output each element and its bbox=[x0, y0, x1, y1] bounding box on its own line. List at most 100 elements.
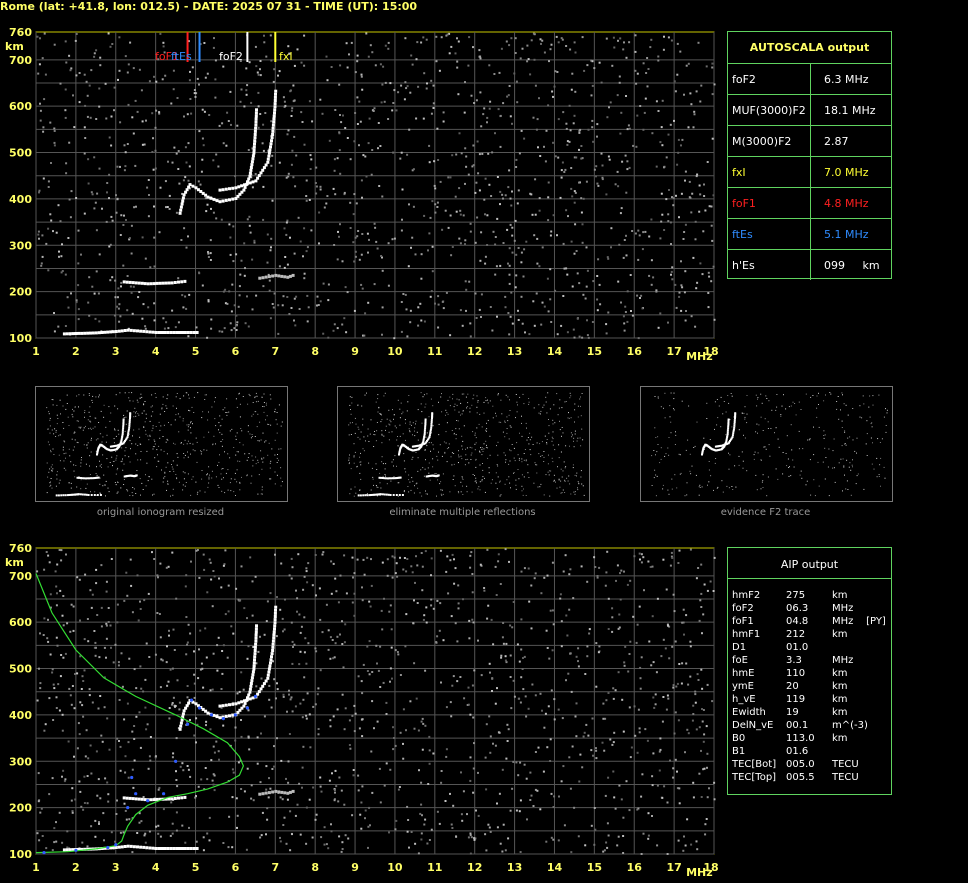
thumb-noise-dot bbox=[262, 461, 264, 463]
noise-dot bbox=[269, 317, 272, 320]
thumb-noise-dot bbox=[384, 392, 386, 394]
noise-dot bbox=[55, 231, 58, 234]
noise-dot bbox=[511, 234, 514, 237]
noise-dot bbox=[650, 664, 653, 667]
marker-label-foF2: foF2 bbox=[219, 50, 243, 63]
noise-dot bbox=[303, 272, 306, 275]
noise-dot bbox=[296, 610, 298, 613]
noise-dot bbox=[414, 253, 417, 256]
trace-es_trace bbox=[151, 330, 155, 334]
thumb-noise-dot bbox=[539, 413, 541, 415]
noise-dot bbox=[41, 835, 44, 837]
noise-dot bbox=[119, 831, 122, 834]
noise-dot bbox=[464, 243, 466, 246]
noise-dot bbox=[594, 566, 597, 568]
noise-dot bbox=[565, 614, 568, 617]
noise-dot bbox=[75, 299, 78, 302]
trace-es_trace bbox=[172, 847, 176, 850]
noise-dot bbox=[552, 95, 554, 98]
noise-dot bbox=[499, 114, 502, 117]
autoscala-value: 5.1 MHz bbox=[824, 228, 869, 241]
thumb-noise-dot bbox=[274, 408, 276, 410]
noise-dot bbox=[108, 136, 111, 139]
thumb-noise-dot bbox=[384, 468, 386, 470]
thumb-noise-dot bbox=[388, 423, 390, 425]
noise-dot bbox=[542, 770, 545, 773]
thumb-noise-dot bbox=[500, 421, 502, 423]
thumb-noise-dot bbox=[212, 443, 214, 445]
thumb-noise-dot bbox=[144, 401, 146, 402]
noise-dot bbox=[284, 256, 287, 258]
thumb-trace-e_trace bbox=[76, 476, 79, 479]
noise-dot bbox=[381, 269, 384, 272]
noise-dot bbox=[449, 176, 452, 179]
thumb-trace-f1_o_trace bbox=[424, 427, 427, 430]
noise-dot bbox=[415, 117, 418, 120]
thumb-noise-dot bbox=[474, 480, 476, 482]
noise-dot bbox=[651, 565, 654, 568]
trace-f1_o_trace bbox=[181, 196, 185, 200]
thumb-noise-dot bbox=[495, 412, 496, 414]
noise-dot bbox=[427, 249, 429, 252]
noise-dot bbox=[639, 297, 641, 299]
thumb-noise-dot bbox=[506, 432, 508, 434]
noise-dot bbox=[282, 295, 285, 298]
noise-dot bbox=[234, 739, 237, 742]
thumb-noise-dot bbox=[574, 493, 576, 495]
noise-dot bbox=[675, 685, 678, 688]
thumb-noise-dot bbox=[49, 432, 51, 434]
noise-dot bbox=[416, 564, 419, 567]
thumb-noise-dot bbox=[565, 466, 567, 468]
noise-dot bbox=[612, 697, 615, 700]
trace-f1_o_trace bbox=[212, 197, 216, 201]
thumb-noise-dot bbox=[137, 459, 139, 461]
thumb-trace-es_trace bbox=[87, 494, 90, 496]
noise-dot bbox=[395, 109, 398, 112]
noise-dot bbox=[325, 603, 328, 606]
thumb-noise-dot bbox=[465, 448, 466, 450]
thumb-noise-dot bbox=[471, 491, 473, 493]
noise-dot bbox=[611, 743, 614, 746]
thumb-noise-dot bbox=[404, 419, 406, 421]
noise-dot bbox=[544, 712, 547, 715]
noise-dot bbox=[504, 548, 507, 551]
noise-dot bbox=[299, 833, 302, 836]
thumb-noise-dot bbox=[451, 452, 453, 454]
noise-dot bbox=[573, 190, 576, 193]
thumb-noise-dot bbox=[254, 436, 256, 437]
noise-dot bbox=[254, 173, 257, 175]
thumb-noise-dot bbox=[437, 459, 439, 461]
noise-dot bbox=[314, 182, 317, 184]
thumb-noise-dot bbox=[428, 462, 430, 464]
thumb-noise-dot bbox=[379, 482, 381, 484]
noise-dot bbox=[167, 565, 170, 568]
noise-dot bbox=[614, 807, 617, 810]
noise-dot bbox=[433, 160, 436, 163]
noise-dot bbox=[157, 832, 160, 835]
noise-dot bbox=[291, 149, 294, 152]
thumb-noise-dot bbox=[206, 394, 207, 396]
trace-f2_x_trace bbox=[218, 704, 222, 708]
thumb-noise-dot bbox=[502, 431, 504, 433]
noise-dot bbox=[103, 839, 105, 842]
noise-dot bbox=[278, 70, 281, 73]
trace-weak_trace bbox=[258, 276, 262, 280]
noise-dot bbox=[541, 709, 543, 712]
noise-dot bbox=[569, 568, 572, 571]
thumb-noise-dot bbox=[255, 411, 257, 413]
noise-dot bbox=[545, 629, 548, 632]
noise-dot bbox=[144, 832, 147, 835]
trace-f1_o_trace bbox=[252, 148, 256, 152]
trace-f2_x_trace bbox=[251, 180, 255, 184]
trace-f2_x_trace bbox=[240, 700, 244, 704]
thumb-noise-dot bbox=[149, 435, 151, 437]
thumb-noise-dot bbox=[269, 467, 271, 469]
noise-dot bbox=[508, 560, 510, 563]
trace-f2_x_trace bbox=[273, 624, 277, 628]
trace-f2_x_trace bbox=[273, 618, 277, 622]
trace-e_trace bbox=[137, 281, 141, 285]
noise-dot bbox=[257, 105, 260, 108]
thumb-noise-dot bbox=[475, 458, 477, 460]
trace-f2_x_trace bbox=[267, 151, 271, 155]
noise-dot bbox=[648, 640, 651, 643]
